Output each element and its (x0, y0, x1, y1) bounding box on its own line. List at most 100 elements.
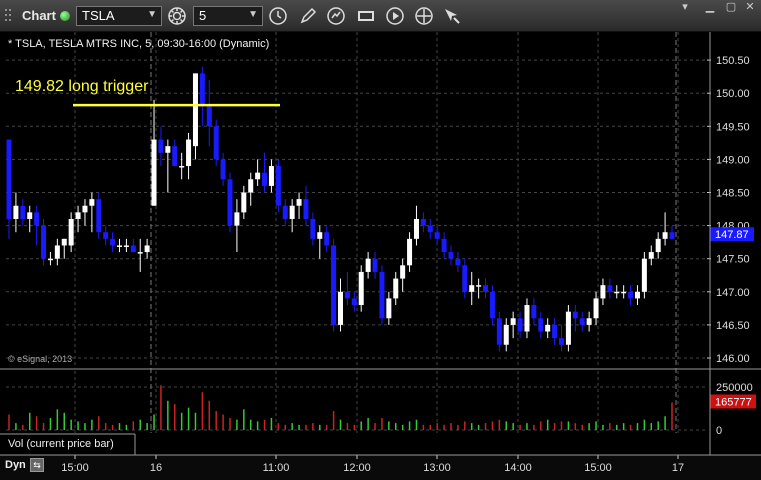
time-axis: 15:00 16 11:00 12:00 13:00 14:00 15:00 17 (0, 455, 761, 480)
volume-tick-label: 250000 (716, 382, 753, 394)
pencil-draw-icon[interactable] (298, 6, 318, 26)
candle-body (572, 311, 578, 319)
watermark: © eSignal, 2013 (8, 354, 73, 364)
chevron-down-icon[interactable]: ▼ (248, 9, 258, 20)
candle-body (358, 271, 364, 306)
candle-body (434, 232, 440, 239)
minimize-icon[interactable]: ▁ (700, 0, 720, 14)
candle-body (641, 258, 647, 292)
interval-value: 5 (199, 8, 207, 23)
y-tick-label: 147.50 (716, 254, 750, 266)
cursor-tools-icon[interactable] (442, 6, 462, 26)
candle-body (158, 139, 164, 153)
candle-body (621, 291, 627, 294)
candle-body (82, 205, 88, 213)
x-tick-label: 16 (150, 462, 162, 474)
grip-icon[interactable] (3, 6, 13, 26)
candle-body (262, 172, 268, 186)
candle-body (20, 205, 26, 219)
candle-body (669, 232, 675, 239)
x-tick-label: 17 (672, 462, 684, 474)
day-separators (150, 32, 677, 433)
candle-body (96, 199, 102, 233)
candle-body (386, 298, 392, 319)
candle-body (130, 245, 136, 253)
window-title: Chart (22, 8, 56, 23)
candle-body (524, 305, 530, 332)
candle-body (54, 245, 60, 259)
chevron-down-icon[interactable]: ▼ (147, 9, 157, 20)
candle-body (517, 318, 523, 332)
candle-body (489, 291, 495, 319)
candle-body (317, 232, 323, 239)
volume-pane-label: Vol (current price bar) (8, 438, 114, 450)
candle-body (662, 232, 668, 239)
candle-body (565, 311, 571, 345)
x-tick-label: 14:00 (504, 462, 532, 474)
x-tick-label: 15:00 (584, 462, 612, 474)
refresh-icon[interactable] (326, 6, 346, 26)
candle-body (462, 265, 468, 292)
window-menu-icon[interactable]: ▾ (676, 0, 694, 14)
symbol-input[interactable]: TSLA ▼ (76, 6, 162, 26)
settings-gear-icon[interactable] (167, 6, 187, 26)
candle-body (110, 238, 116, 246)
candle-body (413, 218, 419, 239)
candle-body (123, 245, 129, 247)
y-tick-label: 146.50 (716, 320, 750, 332)
symbol-value: TSLA (82, 8, 115, 23)
y-tick-label: 148.50 (716, 188, 750, 200)
candle-body (303, 199, 309, 219)
candle-body (496, 318, 502, 345)
candle-body (427, 225, 433, 233)
go-to-date-icon[interactable] (356, 6, 376, 26)
candle-body (600, 285, 606, 299)
volume-tick-label: 0 (716, 425, 722, 437)
candle-body (628, 291, 634, 299)
candle-body (655, 238, 661, 253)
candle-body (531, 305, 537, 319)
link-status-icon[interactable] (60, 11, 70, 21)
candle-body (144, 245, 150, 253)
x-tick-label: 11:00 (263, 462, 290, 474)
maximize-icon[interactable]: ▢ (722, 0, 740, 14)
clock-icon[interactable] (268, 6, 288, 26)
candle-body (420, 218, 426, 226)
x-tick-label: 13:00 (423, 462, 451, 474)
candle-body (27, 212, 33, 219)
candle-body (407, 238, 413, 266)
annotation-label[interactable]: 149.82 long trigger (15, 78, 148, 96)
play-replay-icon[interactable] (385, 6, 405, 26)
candle-body (296, 199, 302, 206)
crosshair-icon[interactable] (414, 6, 434, 26)
candle-body (538, 318, 544, 332)
candle-body (103, 232, 109, 239)
candle-body (365, 258, 371, 272)
candle-body (614, 291, 620, 294)
chart-subtitle: * TSLA, TESLA MTRS INC, 5, 09:30-16:00 (… (8, 38, 270, 50)
candle-body (483, 285, 489, 292)
price-chart: 150.50150.00149.50149.00148.50148.00147.… (0, 32, 761, 480)
y-tick-label: 150.50 (716, 55, 750, 67)
candle-body (379, 271, 385, 319)
candle-body (648, 252, 654, 259)
candle-body (289, 205, 295, 219)
candle-body (13, 205, 19, 219)
candle-body (34, 212, 40, 226)
candle-body (220, 159, 226, 180)
interval-select[interactable]: 5 ▼ (193, 6, 263, 26)
close-icon[interactable]: ✕ (741, 0, 759, 14)
candle-body (510, 318, 516, 325)
candle-body (41, 225, 47, 259)
candle-body (89, 199, 95, 206)
y-tick-label: 149.00 (716, 154, 750, 166)
candle-body (552, 324, 558, 339)
candle-body (6, 139, 12, 219)
candle-body (393, 278, 399, 299)
candle-body (206, 106, 212, 127)
candle-body (172, 146, 178, 167)
candle-body (344, 291, 350, 299)
dynamic-label: Dyn (5, 459, 26, 471)
dynamic-toggle-icon[interactable]: ⇆ (30, 458, 44, 472)
candle-body (476, 285, 482, 287)
